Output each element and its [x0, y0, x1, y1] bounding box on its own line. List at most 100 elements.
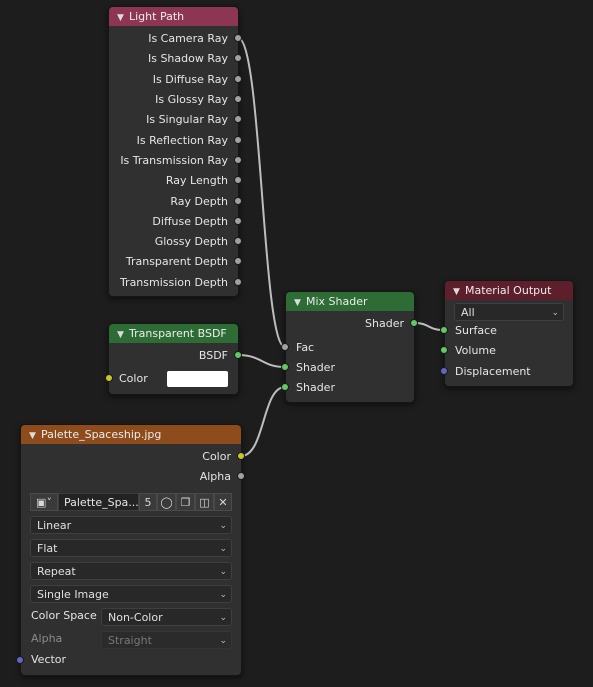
socket-shader-2-in[interactable]	[281, 383, 289, 391]
chevron-down-icon[interactable]: ▼	[294, 294, 306, 311]
socket-is-reflection-ray[interactable]	[234, 136, 242, 144]
output-is-glossy-ray: Is Glossy Ray	[155, 93, 228, 106]
output-is-transmission-ray: Is Transmission Ray	[120, 154, 228, 167]
image-texture-node[interactable]: ▼ Palette_Spaceship.jpg Color Alpha ▣˅ Pa…	[20, 424, 242, 676]
socket-bsdf[interactable]	[234, 351, 242, 359]
chevron-down-icon[interactable]: ▼	[117, 9, 129, 26]
alpha-mode-label: Alpha	[31, 632, 63, 645]
output-is-shadow-ray: Is Shadow Ray	[147, 52, 228, 65]
socket-shader-1-in[interactable]	[281, 363, 289, 371]
chevron-down-icon[interactable]: ▼	[453, 283, 465, 300]
input-volume: Volume	[455, 344, 496, 357]
mix-shader-node[interactable]: ▼ Mix Shader Shader Fac Shader Shader	[285, 291, 415, 403]
socket-mix-shader-out[interactable]	[410, 319, 418, 327]
socket-surface-in[interactable]	[440, 326, 448, 334]
socket-glossy-depth[interactable]	[234, 237, 242, 245]
output-shader: Shader	[365, 317, 404, 330]
extension-value: Repeat	[37, 565, 76, 578]
socket-is-transmission-ray[interactable]	[234, 156, 242, 164]
image-selector: ▣˅ Palette_Spa... 5 ◯ ❐ ◫ ✕	[30, 493, 232, 511]
socket-is-glossy-ray[interactable]	[234, 95, 242, 103]
socket-ray-length[interactable]	[234, 176, 242, 184]
output-glossy-depth: Glossy Depth	[154, 235, 228, 248]
socket-is-shadow-ray[interactable]	[234, 54, 242, 62]
chevron-down-icon[interactable]: ▼	[29, 427, 41, 444]
source-dropdown[interactable]: Single Image ⌄	[30, 585, 232, 603]
output-alpha: Alpha	[199, 470, 231, 483]
duplicate-icon[interactable]: ❐	[176, 493, 195, 511]
chevron-down-icon: ⌄	[551, 308, 559, 318]
socket-vector-in[interactable]	[16, 656, 24, 664]
output-is-reflection-ray: Is Reflection Ray	[136, 134, 228, 147]
socket-is-diffuse-ray[interactable]	[234, 75, 242, 83]
image-name-field[interactable]: Palette_Spa...	[58, 493, 139, 511]
close-icon[interactable]: ✕	[214, 493, 232, 511]
output-is-singular-ray: Is Singular Ray	[146, 113, 228, 126]
chevron-down-icon: ⌄	[219, 613, 227, 623]
chevron-down-icon: ⌄	[219, 590, 227, 600]
socket-displacement-in[interactable]	[440, 367, 448, 375]
socket-volume-in[interactable]	[440, 346, 448, 354]
output-ray-depth: Ray Depth	[170, 195, 228, 208]
node-title: Material Output	[465, 284, 552, 297]
color-space-value: Non-Color	[108, 611, 163, 624]
material-output-header[interactable]: ▼ Material Output	[445, 281, 573, 300]
chevron-down-icon[interactable]: ▼	[117, 326, 129, 343]
alpha-mode-dropdown: Straight ⌄	[101, 631, 232, 649]
chevron-down-icon: ⌄	[219, 636, 227, 646]
open-folder-icon[interactable]: ◫	[195, 493, 214, 511]
input-shader-1: Shader	[296, 361, 335, 374]
output-is-diffuse-ray: Is Diffuse Ray	[152, 73, 228, 86]
input-displacement: Displacement	[455, 365, 531, 378]
transparent-bsdf-header[interactable]: ▼ Transparent BSDF	[109, 324, 238, 343]
node-title: Palette_Spaceship.jpg	[41, 428, 162, 441]
chevron-down-icon: ⌄	[219, 567, 227, 577]
alpha-mode-value: Straight	[108, 634, 152, 647]
interpolation-dropdown[interactable]: Linear ⌄	[30, 516, 232, 534]
output-diffuse-depth: Diffuse Depth	[152, 215, 228, 228]
input-vector: Vector	[31, 653, 67, 666]
socket-transmission-depth[interactable]	[234, 278, 242, 286]
target-dropdown[interactable]: All ⌄	[454, 303, 564, 321]
output-color: Color	[202, 450, 231, 463]
socket-image-alpha-out[interactable]	[237, 472, 245, 480]
socket-is-singular-ray[interactable]	[234, 115, 242, 123]
color-space-dropdown[interactable]: Non-Color ⌄	[101, 608, 232, 626]
transparent-bsdf-node[interactable]: ▼ Transparent BSDF BSDF Color	[108, 323, 239, 395]
target-value: All	[461, 306, 475, 319]
source-value: Single Image	[37, 588, 109, 601]
image-texture-header[interactable]: ▼ Palette_Spaceship.jpg	[21, 425, 241, 444]
material-output-node[interactable]: ▼ Material Output All ⌄ Surface Volume Di…	[444, 280, 574, 387]
output-ray-length: Ray Length	[165, 174, 228, 187]
output-is-camera-ray: Is Camera Ray	[148, 32, 228, 45]
input-color-label: Color	[119, 372, 148, 385]
socket-is-camera-ray[interactable]	[234, 34, 242, 42]
input-surface: Surface	[455, 324, 497, 337]
output-transparent-depth: Transparent Depth	[125, 255, 228, 268]
light-path-node[interactable]: ▼ Light Path Is Camera Ray Is Shadow Ray …	[108, 6, 239, 297]
input-fac: Fac	[296, 341, 315, 354]
color-space-label: Color Space	[31, 609, 97, 622]
shield-icon[interactable]: ◯	[157, 493, 176, 511]
socket-bsdf-color-in[interactable]	[105, 374, 113, 382]
projection-dropdown[interactable]: Flat ⌄	[30, 539, 232, 557]
socket-image-color-out[interactable]	[237, 452, 245, 460]
extension-dropdown[interactable]: Repeat ⌄	[30, 562, 232, 580]
mix-shader-header[interactable]: ▼ Mix Shader	[286, 292, 414, 311]
link-shader-to-surface	[413, 322, 444, 331]
color-swatch[interactable]	[167, 371, 228, 387]
socket-fac-in[interactable]	[281, 343, 289, 351]
socket-ray-depth[interactable]	[234, 197, 242, 205]
socket-transparent-depth[interactable]	[234, 257, 242, 265]
input-shader-2: Shader	[296, 381, 335, 394]
node-title: Light Path	[129, 10, 185, 23]
image-browse-icon[interactable]: ▣˅	[30, 493, 58, 511]
projection-value: Flat	[37, 542, 58, 555]
link-color-to-shader2	[240, 386, 286, 457]
node-title: Mix Shader	[306, 295, 368, 308]
node-title: Transparent BSDF	[129, 327, 227, 340]
light-path-header[interactable]: ▼ Light Path	[109, 7, 238, 26]
socket-diffuse-depth[interactable]	[234, 217, 242, 225]
output-transmission-depth: Transmission Depth	[119, 276, 228, 289]
image-users-count[interactable]: 5	[139, 493, 157, 511]
